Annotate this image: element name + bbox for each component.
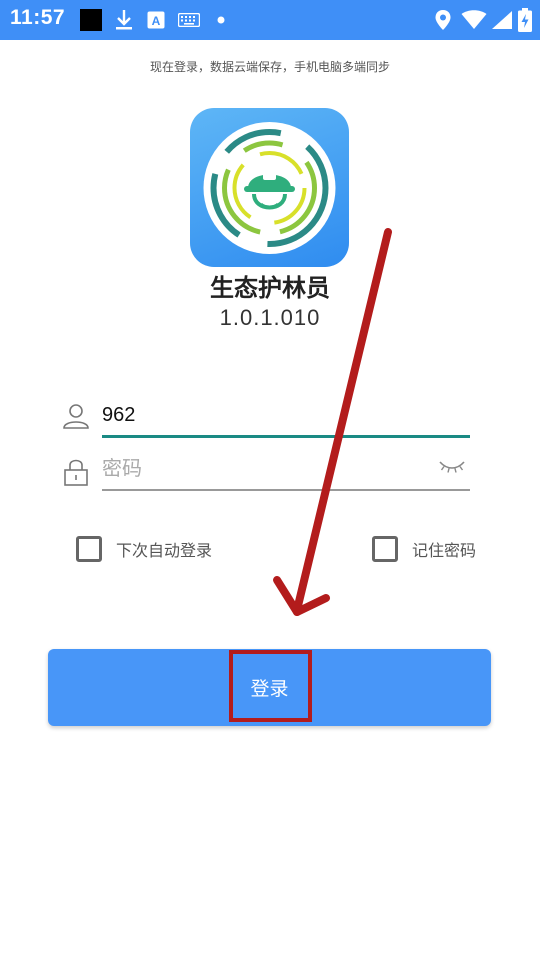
username-field [62, 398, 472, 442]
login-button-label: 登录 [250, 679, 289, 700]
eye-closed-icon[interactable] [438, 456, 468, 480]
login-subtitle: 现在登录，数据云端保存，手机电脑多端同步 [149, 60, 390, 74]
lock-icon [62, 456, 92, 486]
app-version: 1.0.1.010 [219, 305, 321, 330]
download-icon [113, 8, 135, 32]
auto-login-checkbox[interactable] [76, 536, 102, 562]
status-bar: 11:57 A [0, 0, 540, 40]
dot-icon [214, 8, 228, 32]
battery-charging-icon [516, 8, 534, 32]
remember-password-label: 记住密码 [412, 541, 477, 560]
keyboard-icon [178, 8, 200, 32]
status-time: 11:57 [10, 6, 66, 29]
username-underline [102, 435, 470, 438]
auto-login-label: 下次自动登录 [116, 541, 213, 560]
wifi-icon [460, 8, 488, 32]
user-icon [62, 402, 92, 432]
app-logo [190, 108, 349, 267]
location-icon [432, 8, 454, 32]
remember-password-checkbox[interactable] [372, 536, 398, 562]
login-button[interactable]: 登录 [48, 649, 491, 726]
password-field [62, 452, 472, 496]
remember-password-option[interactable]: 记住密码 [372, 536, 476, 562]
app-name: 生态护林员 [210, 274, 330, 302]
font-icon: A [146, 8, 166, 32]
password-input[interactable] [102, 452, 470, 486]
notification-square-icon [80, 9, 102, 31]
auto-login-option[interactable]: 下次自动登录 [76, 536, 212, 562]
svg-text:A: A [152, 14, 161, 28]
signal-icon [490, 8, 514, 32]
password-underline [102, 489, 470, 491]
username-input[interactable] [102, 398, 470, 432]
